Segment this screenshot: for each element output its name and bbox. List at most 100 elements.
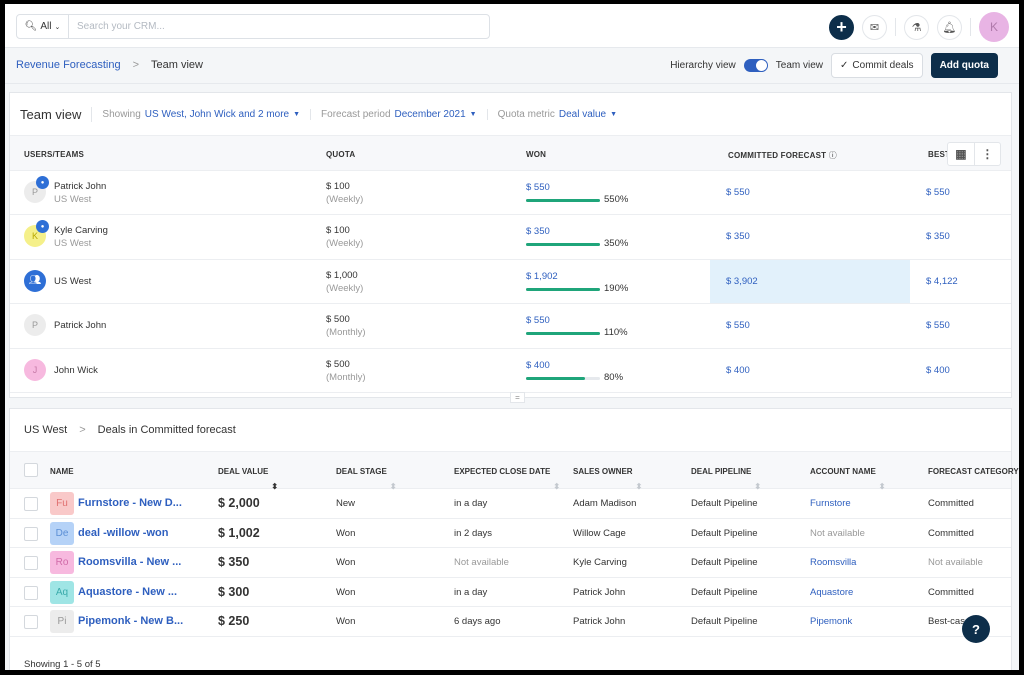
help-button[interactable]: ? xyxy=(962,615,990,643)
search-scope-dropdown[interactable]: 🔍︎ All ⌄ xyxy=(17,15,69,38)
user-name[interactable]: Patrick John xyxy=(54,320,106,331)
best-case-value[interactable]: $ 550 xyxy=(926,304,950,348)
committed-forecast-value[interactable]: $ 3,902 xyxy=(710,259,910,304)
row-checkbox[interactable] xyxy=(24,585,38,600)
user-team: US West xyxy=(54,194,92,205)
expected-close-date: Not available xyxy=(454,557,509,568)
won-value[interactable]: $ 350 xyxy=(526,226,550,237)
deals-breadcrumb: US West > Deals in Committed forecast xyxy=(10,409,1011,451)
filter-value: Deal value xyxy=(558,108,607,120)
col-deal-value[interactable]: DEAL VALUE ⬍ xyxy=(218,467,278,491)
row-checkbox[interactable] xyxy=(24,556,38,570)
deal-stage: New xyxy=(336,498,356,509)
account-name: Not available xyxy=(810,527,865,539)
chevron-right-icon: > xyxy=(132,59,139,71)
committed-forecast-value[interactable]: $ 550 xyxy=(710,304,910,347)
avatar-initial: J xyxy=(32,364,38,375)
deal-row[interactable]: Fu Furnstore - New D... $ 2,000 New in a day… xyxy=(10,489,1011,519)
deal-row[interactable]: Aq Aquastore - New ... $ 300 Won in a day Pat… xyxy=(10,578,1011,607)
deal-name-link[interactable]: Pipemonk - New B... xyxy=(78,615,183,627)
best-case-value[interactable]: $ 400 xyxy=(926,349,950,393)
deal-row[interactable]: Pi Pipemonk - New B... $ 250 Won 6 days ago P… xyxy=(10,607,1011,637)
col-deal-stage[interactable]: DEAL STAGE ⬍ xyxy=(336,467,397,491)
col-forecast-category: FORECAST CATEGORY xyxy=(928,467,1019,476)
user-name[interactable]: John Wick xyxy=(54,365,98,376)
breadcrumb-revenue-forecasting[interactable]: Revenue Forecasting xyxy=(16,59,121,71)
mail-icon[interactable]: ✉ xyxy=(862,14,887,40)
won-value[interactable]: $ 1,902 xyxy=(526,271,558,282)
row-checkbox[interactable] xyxy=(24,497,38,511)
col-users-teams: USERS/TEAMS xyxy=(24,150,84,159)
top-icons: + ✉ ⚗ 🔔︎ K xyxy=(829,12,1009,42)
add-quota-button[interactable]: Add quota xyxy=(930,53,998,78)
deal-avatar: Aq xyxy=(50,580,74,604)
table-settings-icon[interactable]: ▦ xyxy=(948,143,974,165)
committed-forecast-value[interactable]: $ 400 xyxy=(710,349,910,392)
deal-name-link[interactable]: Aquastore - New ... xyxy=(78,586,177,598)
account-name[interactable]: Pipemonk xyxy=(810,616,852,627)
col-account-name[interactable]: ACCOUNT NAME ⬍ xyxy=(810,467,885,491)
best-case-value[interactable]: $ 350 xyxy=(926,215,950,259)
select-all-checkbox[interactable] xyxy=(24,463,38,477)
team-table-body: P ● Patrick John US West $ 100 (Weekly) $ 550 5… xyxy=(10,171,1011,393)
quota-period: (Monthly) xyxy=(326,371,366,383)
more-options-icon[interactable]: ⋮ xyxy=(974,143,1000,165)
col-name: NAME xyxy=(50,467,74,476)
deal-abbr: Ro xyxy=(55,557,69,568)
search-input[interactable] xyxy=(69,21,489,32)
col-label: DEAL STAGE xyxy=(336,467,387,476)
filter-showing[interactable]: Showing US West, John Wick and 2 more ▼ xyxy=(92,108,312,120)
team-table-row[interactable]: 👥︎ US West $ 1,000 (Weekly) $ 1,902 190% $ 3,9… xyxy=(10,259,1011,305)
account-name[interactable]: Furnstore xyxy=(810,498,851,509)
won-value[interactable]: $ 400 xyxy=(526,360,550,371)
committed-forecast-value[interactable]: $ 350 xyxy=(710,215,910,258)
filter-forecast-period[interactable]: Forecast period December 2021 ▼ xyxy=(311,108,488,120)
col-sales-owner[interactable]: SALES OWNER ⬍ xyxy=(573,467,642,491)
deal-row[interactable]: Ro Roomsvilla - New ... $ 350 Won Not availa… xyxy=(10,548,1011,578)
col-expected-close-date[interactable]: EXPECTED CLOSE DATE ⬍ xyxy=(454,467,560,491)
user-name[interactable]: US West xyxy=(54,276,91,287)
user-name[interactable]: Patrick John xyxy=(54,181,106,192)
deal-pipeline: Default Pipeline xyxy=(691,498,758,509)
column-tools: ▦ ⋮ xyxy=(947,142,1001,166)
quota-period: (Weekly) xyxy=(326,194,364,205)
committed-forecast-value[interactable]: $ 550 xyxy=(710,171,910,214)
filter-quota-metric[interactable]: Quota metric Deal value ▼ xyxy=(488,109,627,120)
account-name[interactable]: Roomsvilla xyxy=(810,557,856,568)
col-deal-pipeline[interactable]: DEAL PIPELINE ⬍ xyxy=(691,467,761,491)
col-label: COMMITTED FORECAST xyxy=(728,151,827,160)
quota-period: (Weekly) xyxy=(326,282,364,294)
row-checkbox[interactable] xyxy=(24,526,38,541)
user-avatar[interactable]: K xyxy=(979,12,1009,42)
team-table-row[interactable]: J John Wick $ 500 (Monthly) $ 400 80% $ 400 $ 4… xyxy=(10,349,1011,393)
row-checkbox[interactable] xyxy=(24,615,38,629)
caret-down-icon: ▼ xyxy=(469,110,477,118)
account-name[interactable]: Aquastore xyxy=(810,587,853,598)
caret-down-icon: ▼ xyxy=(610,110,618,118)
resize-handle[interactable]: = xyxy=(510,392,525,403)
deal-name-link[interactable]: deal -willow -won xyxy=(78,527,168,539)
won-progress-fill xyxy=(526,376,586,380)
won-value[interactable]: $ 550 xyxy=(526,315,550,326)
best-case-value[interactable]: $ 4,122 xyxy=(926,260,958,304)
expected-close-date: in a day xyxy=(454,498,488,509)
user-name[interactable]: Kyle Carving xyxy=(54,225,108,236)
view-toggle[interactable] xyxy=(743,59,768,72)
info-icon[interactable]: ⓘ xyxy=(829,151,837,160)
team-table-row[interactable]: P ● Patrick John US West $ 100 (Weekly) $ 550 5… xyxy=(10,171,1011,216)
team-table-row[interactable]: P Patrick John $ 500 (Monthly) $ 550 110% $ 55… xyxy=(10,304,1011,349)
team-table-row[interactable]: K ● Kyle Carving US West $ 100 (Weekly) $ 350 3… xyxy=(10,215,1011,260)
bell-icon[interactable]: 🔔︎ xyxy=(937,14,962,40)
commit-deals-label: Commit deals xyxy=(852,60,914,71)
won-value[interactable]: $ 550 xyxy=(526,182,550,193)
deal-name-link[interactable]: Roomsvilla - New ... xyxy=(78,556,181,568)
commit-deals-button[interactable]: ✓︎ Commit deals xyxy=(831,53,923,78)
quota-value: $ 100 xyxy=(326,225,350,237)
deal-row[interactable]: De deal -willow -won $ 1,002 Won in 2 days Wi… xyxy=(10,519,1011,548)
deal-name-link[interactable]: Furnstore - New D... xyxy=(78,497,182,509)
plus-icon[interactable]: + xyxy=(829,14,854,40)
flask-icon[interactable]: ⚗ xyxy=(904,14,929,40)
best-case-value[interactable]: $ 550 xyxy=(926,171,950,215)
deal-abbr: Pi xyxy=(57,616,67,627)
deals-crumb-parent[interactable]: US West xyxy=(24,424,67,436)
